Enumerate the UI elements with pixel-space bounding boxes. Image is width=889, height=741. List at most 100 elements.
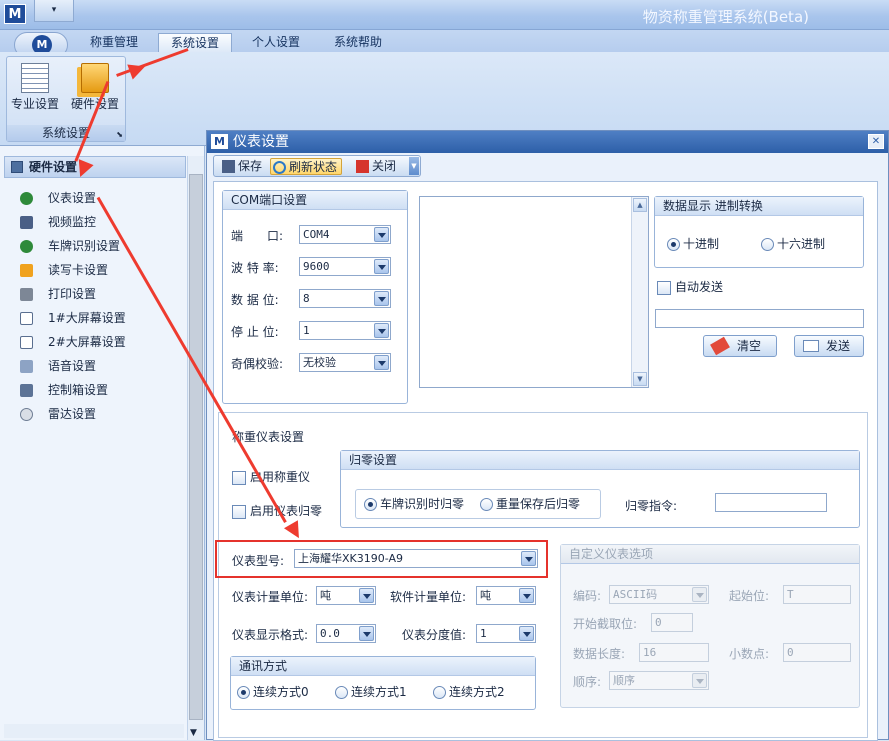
parity-value: 无校验	[303, 356, 336, 369]
send-input[interactable]	[655, 309, 864, 328]
refresh-status-button[interactable]: 刷新状态	[270, 158, 343, 175]
close-label: 关闭	[372, 159, 397, 173]
sidebar-item-screen1[interactable]: 1#大屏幕设置	[14, 306, 184, 330]
hex-radio[interactable]: 十六进制	[761, 237, 825, 251]
decimal-radio[interactable]: 十进制	[667, 237, 719, 251]
scrollbar-thumb[interactable]	[189, 174, 203, 720]
pro-settings-button[interactable]: 专业设置	[7, 59, 63, 119]
scale-settings-title: 称重仪表设置	[232, 430, 305, 444]
port-value: COM4	[303, 228, 330, 241]
display-conversion-group: 数据显示 进制转换 十进制 十六进制	[654, 196, 864, 268]
data-length-input[interactable]: 16	[639, 643, 709, 662]
sidebar-item-plate-recognition[interactable]: 车牌识别设置	[14, 234, 184, 258]
chevron-down-icon	[692, 587, 707, 602]
port-select[interactable]: COM4	[299, 225, 391, 244]
refresh-icon	[273, 161, 286, 174]
order-select[interactable]: 顺序	[609, 671, 709, 690]
zero-after-save-radio[interactable]: 重量保存后归零	[480, 497, 580, 511]
chevron-down-icon	[374, 323, 389, 338]
group-expand-icon[interactable]: ⬊	[116, 130, 123, 139]
zero-settings-group: 归零设置 车牌识别时归零 重量保存后归零 归零指令:	[340, 450, 860, 528]
tab-personal-settings[interactable]: 个人设置	[240, 33, 312, 52]
data-length-label: 数据长度:	[573, 647, 626, 661]
parity-select[interactable]: 无校验	[299, 353, 391, 372]
radar-icon	[20, 408, 33, 421]
sidebar-item-card-reader[interactable]: 读写卡设置	[14, 258, 184, 282]
comm-mode-2-radio[interactable]: 连续方式2	[433, 685, 505, 699]
comm-mode-1-radio[interactable]: 连续方式1	[335, 685, 407, 699]
division-value: 1	[480, 627, 487, 640]
databits-select[interactable]: 8	[299, 289, 391, 308]
sidebar-scrollbar[interactable]: ▼	[187, 156, 204, 740]
toolbar-overflow-icon[interactable]: ▼	[409, 157, 419, 175]
sidebar-item-radar[interactable]: 雷达设置	[14, 402, 184, 426]
sidebar-item-video[interactable]: 视频监控	[14, 210, 184, 234]
chevron-down-icon[interactable]: ▼	[190, 728, 197, 738]
close-button[interactable]: 关闭	[354, 158, 396, 175]
baud-label: 波 特 率:	[231, 261, 279, 275]
stopbits-value: 1	[303, 324, 310, 337]
zero-on-plate-radio[interactable]: 车牌识别时归零	[364, 497, 464, 511]
stopbits-label: 停 止 位:	[231, 325, 279, 339]
dialog-logo-icon: M	[211, 134, 228, 149]
receive-scrollbar[interactable]: ▲ ▼	[631, 197, 648, 387]
take-bit-input[interactable]: 0	[651, 613, 693, 632]
dialog-toolbar: 保存 刷新状态 关闭 ▼	[213, 155, 421, 177]
left-navigation-panel: 硬件设置 仪表设置 视频监控 车牌识别设置 读写卡设置 打印设置 1#大屏幕设置…	[0, 146, 205, 740]
clear-button[interactable]: 清空	[703, 335, 777, 357]
take-bit-label: 开始截取位:	[573, 617, 638, 631]
custom-options-group: 自定义仪表选项 编码: ASCII码 起始位: T 开始截取位: 0 数据长度:…	[560, 544, 860, 708]
division-label: 仪表分度值:	[402, 628, 467, 642]
decimal-point-label: 小数点:	[729, 647, 770, 661]
encoding-select[interactable]: ASCII码	[609, 585, 709, 604]
pro-settings-label: 专业设置	[10, 97, 59, 111]
chevron-down-icon	[374, 259, 389, 274]
comm-mode-0-radio[interactable]: 连续方式0	[237, 685, 309, 699]
soft-unit-select[interactable]: 吨	[476, 586, 536, 605]
division-select[interactable]: 1	[476, 624, 536, 643]
sidebar-item-control-box[interactable]: 控制箱设置	[14, 378, 184, 402]
tab-weighing[interactable]: 称重管理	[78, 33, 150, 52]
auto-send-checkbox[interactable]: 自动发送	[657, 280, 723, 295]
comm-mode-title: 通讯方式	[231, 657, 535, 676]
quick-access-dropdown[interactable]: ▾	[34, 0, 74, 22]
card-icon	[20, 264, 33, 277]
start-bit-input[interactable]: T	[783, 585, 851, 604]
dialog-title-bar[interactable]: M 仪表设置 ✕	[207, 131, 888, 153]
chevron-down-icon[interactable]: ▼	[633, 372, 647, 386]
baud-select[interactable]: 9600	[299, 257, 391, 276]
sidebar-item-screen2[interactable]: 2#大屏幕设置	[14, 330, 184, 354]
baud-value: 9600	[303, 260, 330, 273]
decimal-point-input[interactable]: 0	[783, 643, 851, 662]
sidebar-hscrollbar[interactable]	[4, 724, 184, 738]
ribbon-group-system-settings: 专业设置 硬件设置 系统设置 ⬊	[6, 56, 126, 142]
encoding-label: 编码:	[573, 589, 602, 603]
tab-system-help[interactable]: 系统帮助	[322, 33, 394, 52]
receive-textarea[interactable]: ▲ ▼	[419, 196, 649, 388]
app-title: 物资称重管理系统(Beta)	[642, 8, 809, 26]
display-format-select[interactable]: 0.0	[316, 624, 376, 643]
app-logo-icon[interactable]: M	[4, 4, 26, 24]
chevron-down-icon	[692, 673, 707, 688]
send-button[interactable]: 发送	[794, 335, 864, 357]
tab-system-settings[interactable]: 系统设置	[158, 33, 233, 52]
zero-command-input[interactable]	[715, 493, 827, 512]
ribbon-tab-row: M 称重管理 系统设置 个人设置 系统帮助	[0, 30, 889, 58]
stopbits-select[interactable]: 1	[299, 321, 391, 340]
chevron-up-icon[interactable]: ▲	[633, 198, 647, 212]
display-conversion-title: 数据显示 进制转换	[655, 197, 863, 216]
sidebar-item-label: 车牌识别设置	[48, 239, 121, 253]
document-icon	[20, 312, 33, 325]
sidebar-item-label: 读写卡设置	[48, 263, 109, 277]
meter-unit-select[interactable]: 吨	[316, 586, 376, 605]
meter-settings-dialog: M 仪表设置 ✕ 保存 刷新状态 关闭 ▼ COM端口设置 端 口: COM4 …	[206, 130, 889, 741]
chevron-down-icon	[519, 626, 534, 641]
save-button[interactable]: 保存	[220, 158, 262, 175]
chevron-down-icon	[374, 355, 389, 370]
com-port-title: COM端口设置	[223, 191, 407, 210]
chevron-down-icon	[374, 291, 389, 306]
sidebar-header[interactable]: 硬件设置	[4, 156, 186, 178]
enable-scale-checkbox[interactable]: 启用称重仪	[232, 470, 310, 485]
close-icon[interactable]: ✕	[868, 134, 884, 149]
sidebar-item-voice[interactable]: 语音设置	[14, 354, 184, 378]
